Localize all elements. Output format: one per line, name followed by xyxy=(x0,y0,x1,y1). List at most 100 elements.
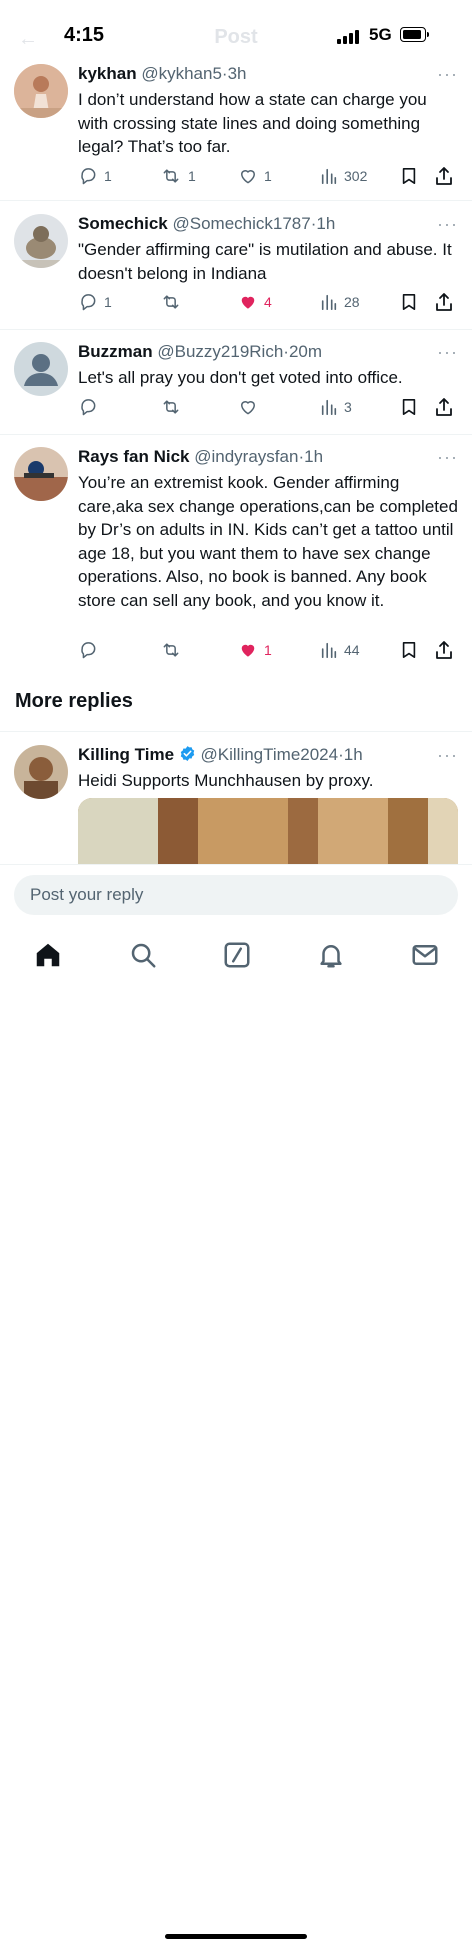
views-button[interactable]: 302 xyxy=(320,164,367,188)
author-name[interactable]: Rays fan Nick xyxy=(78,447,190,466)
avatar[interactable] xyxy=(14,745,68,799)
share-button[interactable] xyxy=(434,638,454,662)
heart-icon xyxy=(241,644,255,657)
reply-tweet[interactable]: Buzzman @Buzzy219Rich·20m ··· Let's all … xyxy=(0,342,472,435)
reply-button[interactable]: 1 xyxy=(78,164,112,188)
media-image[interactable] xyxy=(78,798,458,864)
share-button[interactable] xyxy=(434,395,454,419)
reply-tweet[interactable]: Rays fan Nick @indyraysfan·1h ··· You’re… xyxy=(0,447,472,665)
tweet-text: You’re an extremist kook. Gender affirmi… xyxy=(78,473,458,610)
verified-badge-icon xyxy=(180,746,195,761)
reply-count: 1 xyxy=(104,294,112,310)
author-name[interactable]: Somechick xyxy=(78,214,168,233)
view-count: 3 xyxy=(344,399,352,415)
tweet-text: Heidi Supports Munchhausen by proxy. xyxy=(78,771,374,790)
reply-icon xyxy=(81,168,96,185)
cellular-signal-icon xyxy=(337,30,361,44)
reply-icon xyxy=(81,399,96,416)
timestamp[interactable]: 1h xyxy=(316,214,335,233)
repost-button[interactable] xyxy=(160,290,188,314)
tweet-header: kykhan @kykhan5·3h xyxy=(78,64,247,84)
repost-button[interactable] xyxy=(160,395,188,419)
heart-icon xyxy=(241,401,255,415)
share-button[interactable] xyxy=(434,290,454,314)
author-handle[interactable]: @Somechick1787 xyxy=(173,214,311,233)
view-count: 302 xyxy=(344,168,368,184)
avatar[interactable] xyxy=(14,447,68,501)
action-bar: 1 1 1 302 xyxy=(78,164,458,188)
repost-icon xyxy=(163,295,179,309)
more-options-icon[interactable]: ··· xyxy=(437,214,458,235)
bottom-tab-bar xyxy=(0,926,472,1939)
repost-button[interactable]: 1 xyxy=(160,164,196,188)
author-handle[interactable]: @KillingTime2024 xyxy=(201,745,339,764)
views-icon xyxy=(321,642,337,659)
action-bar: 1 44 xyxy=(78,638,458,662)
share-icon xyxy=(436,293,452,311)
like-count: 4 xyxy=(264,294,272,310)
default-avatar[interactable] xyxy=(14,342,68,396)
bookmark-button[interactable] xyxy=(400,395,418,419)
heart-icon xyxy=(241,170,255,184)
views-icon xyxy=(321,168,337,185)
more-options-icon[interactable]: ··· xyxy=(437,745,458,766)
heart-icon xyxy=(241,296,255,309)
reply-placeholder: Post your reply xyxy=(30,885,144,904)
share-icon xyxy=(436,398,452,416)
like-button[interactable] xyxy=(238,395,264,419)
views-button[interactable]: 3 xyxy=(320,395,352,419)
bookmark-icon xyxy=(402,293,416,311)
like-button[interactable]: 1 xyxy=(238,164,272,188)
reply-tweet[interactable]: kykhan @kykhan5·3h ··· I don’t understan… xyxy=(0,64,472,201)
like-button[interactable]: 4 xyxy=(238,290,272,314)
tweet-text: Let's all pray you don't get voted into … xyxy=(78,368,403,387)
reply-input[interactable]: Post your reply xyxy=(14,875,458,915)
messages-icon[interactable] xyxy=(410,940,440,970)
share-icon xyxy=(436,167,452,185)
author-name[interactable]: Buzzman xyxy=(78,342,153,361)
author-handle[interactable]: @kykhan5 xyxy=(141,64,222,83)
more-options-icon[interactable]: ··· xyxy=(437,447,458,468)
divider xyxy=(0,731,472,732)
battery-icon xyxy=(400,27,429,42)
home-icon[interactable] xyxy=(33,940,63,970)
views-button[interactable]: 28 xyxy=(320,290,360,314)
timestamp[interactable]: 3h xyxy=(228,64,247,83)
tweet-header: Rays fan Nick @indyraysfan·1h xyxy=(78,447,323,467)
views-icon xyxy=(321,399,337,416)
share-icon xyxy=(436,641,452,659)
reply-button[interactable] xyxy=(78,638,104,662)
more-options-icon[interactable]: ··· xyxy=(437,342,458,363)
timestamp[interactable]: 1h xyxy=(344,745,363,764)
author-handle[interactable]: @indyraysfan xyxy=(194,447,298,466)
notifications-icon[interactable] xyxy=(316,940,346,970)
reply-composer: Post your reply xyxy=(0,864,472,927)
tweet-header: Somechick @Somechick1787·1h xyxy=(78,214,335,234)
timestamp[interactable]: 20m xyxy=(289,342,322,361)
grok-icon[interactable] xyxy=(222,940,252,970)
action-bar: 3 xyxy=(78,395,458,419)
replies-feed: kykhan @kykhan5·3h ··· I don’t understan… xyxy=(0,0,472,864)
bookmark-button[interactable] xyxy=(400,290,418,314)
tweet-header: Buzzman @Buzzy219Rich·20m xyxy=(78,342,322,362)
like-button[interactable]: 1 xyxy=(238,638,272,662)
author-name[interactable]: kykhan xyxy=(78,64,137,83)
bookmark-button[interactable] xyxy=(400,164,418,188)
tweet-text: I don’t understand how a state can charg… xyxy=(78,90,427,156)
reply-icon xyxy=(81,642,96,659)
more-options-icon[interactable]: ··· xyxy=(437,64,458,85)
search-icon[interactable] xyxy=(128,940,158,970)
author-name[interactable]: Killing Time xyxy=(78,745,174,764)
like-count: 1 xyxy=(264,642,272,658)
views-button[interactable]: 44 xyxy=(320,638,360,662)
timestamp[interactable]: 1h xyxy=(304,447,323,466)
share-button[interactable] xyxy=(434,164,454,188)
bookmark-button[interactable] xyxy=(400,638,418,662)
reply-tweet[interactable]: Somechick @Somechick1787·1h ··· "Gender … xyxy=(0,214,472,330)
avatar[interactable] xyxy=(14,64,68,118)
reply-button[interactable] xyxy=(78,395,104,419)
repost-button[interactable] xyxy=(160,638,188,662)
reply-button[interactable]: 1 xyxy=(78,290,112,314)
avatar[interactable] xyxy=(14,214,68,268)
author-handle[interactable]: @Buzzy219Rich xyxy=(157,342,283,361)
